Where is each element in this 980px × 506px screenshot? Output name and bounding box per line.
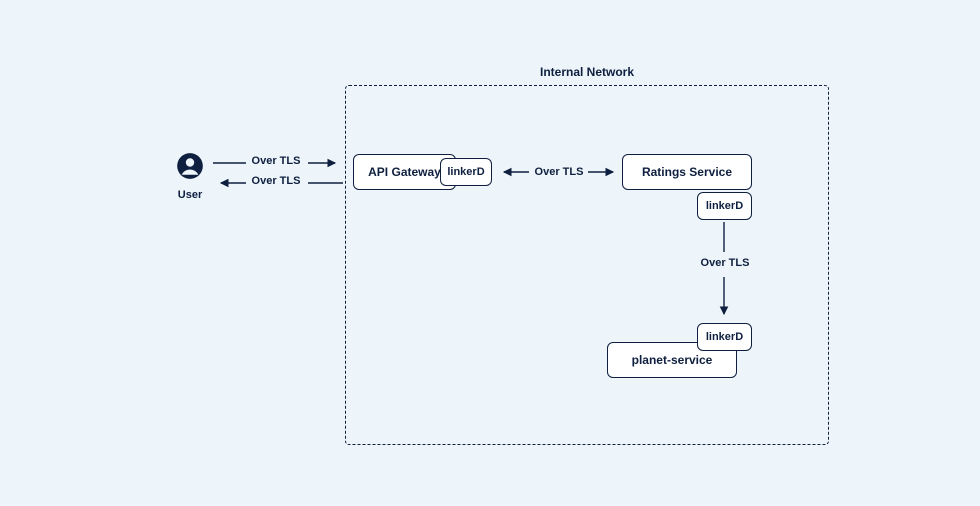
api-gateway-label: API Gateway (368, 165, 441, 179)
internal-network-boundary (345, 85, 829, 445)
planet-service-sidecar: linkerD (697, 323, 752, 351)
planet-sidecar-label: linkerD (706, 331, 743, 343)
arrow-user-to-gateway (213, 158, 343, 168)
api-gateway-sidecar: linkerD (440, 158, 492, 186)
internal-network-title: Internal Network (345, 65, 829, 79)
planet-service-label: planet-service (632, 353, 713, 367)
user-node: User (170, 152, 210, 201)
arrow-ratings-to-planet (719, 222, 729, 322)
ratings-service-node: Ratings Service (622, 154, 752, 190)
ratings-service-label: Ratings Service (642, 165, 732, 179)
arrow-gateway-to-user (213, 178, 343, 188)
api-gateway-sidecar-label: linkerD (447, 166, 484, 178)
ratings-sidecar-label: linkerD (706, 200, 743, 212)
arrow-gateway-ratings (496, 167, 621, 177)
ratings-service-sidecar: linkerD (697, 192, 752, 220)
user-label: User (170, 189, 210, 201)
user-icon (176, 152, 204, 180)
